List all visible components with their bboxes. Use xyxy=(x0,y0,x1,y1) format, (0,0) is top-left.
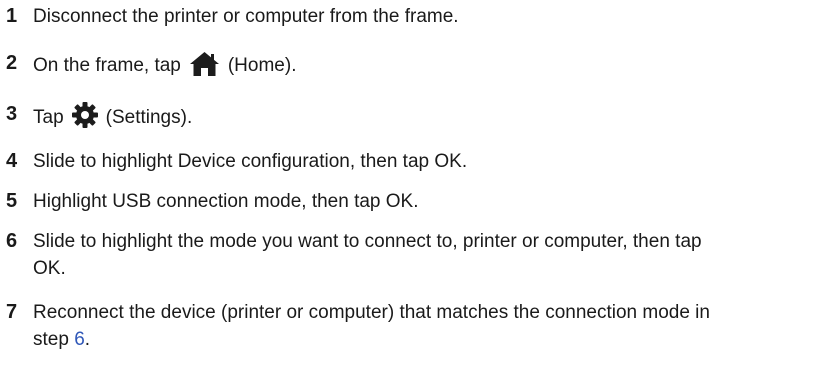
step-reference-link[interactable]: 6 xyxy=(74,329,85,350)
step-number: 5 xyxy=(6,190,18,212)
step-text: Disconnect the printer or computer from … xyxy=(33,6,459,27)
step-text-after: . xyxy=(84,329,91,350)
step-text-line: Slide to highlight the mode you want to … xyxy=(33,231,702,252)
step-number: 4 xyxy=(6,150,18,172)
step-text-line: step 6. xyxy=(33,326,833,353)
step-text: Slide to highlight the mode you want to … xyxy=(33,228,833,282)
gear-icon xyxy=(71,101,99,137)
step-text-after: (Settings). xyxy=(105,107,193,128)
step-text: Slide to highlight Device configuration,… xyxy=(33,151,468,172)
step-text: On the frame, tap (Home). xyxy=(33,50,833,85)
step-text: Reconnect the device (printer or compute… xyxy=(33,299,833,353)
step-text: Highlight USB connection mode, then tap … xyxy=(33,191,419,212)
step-number: 7 xyxy=(6,301,18,323)
step-number: 2 xyxy=(6,52,18,74)
step-number: 6 xyxy=(6,230,18,252)
step-number: 3 xyxy=(6,103,18,125)
step-text-before: Tap xyxy=(33,107,64,128)
home-icon xyxy=(188,50,221,85)
step-text: Tap (Settings). xyxy=(33,101,833,137)
step-text-before: On the frame, tap xyxy=(33,55,181,76)
step-text-line: Reconnect the device (printer or compute… xyxy=(33,302,710,323)
step-text-before: step xyxy=(33,329,69,350)
step-text-after: (Home). xyxy=(227,55,297,76)
step-text-line: OK. xyxy=(33,258,66,279)
step-number: 1 xyxy=(6,5,18,27)
